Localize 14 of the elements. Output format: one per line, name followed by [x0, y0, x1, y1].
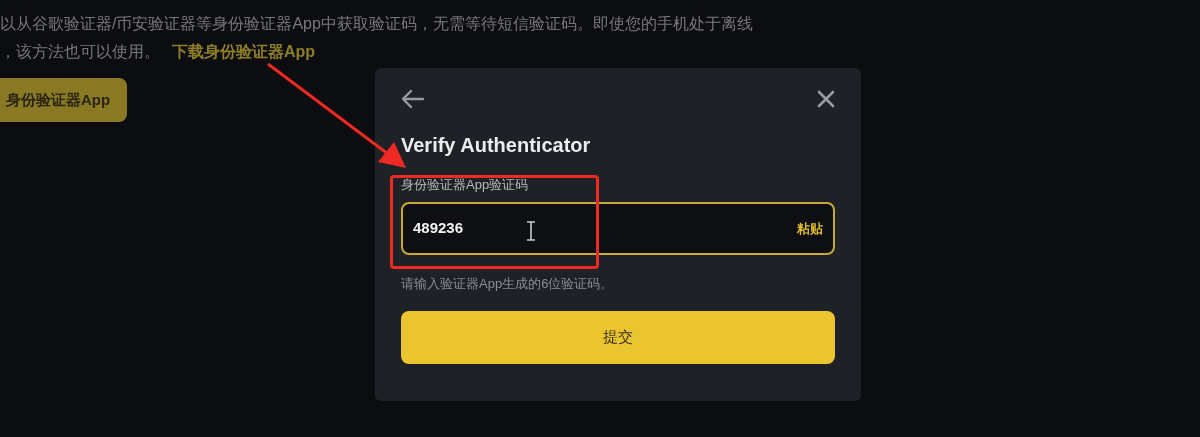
field-label: 身份验证器App验证码	[401, 176, 530, 194]
code-input[interactable]: 489236	[413, 217, 797, 240]
description-text: ，该方法也可以使用。	[0, 42, 160, 62]
back-arrow-icon[interactable]	[401, 89, 425, 109]
dialog-title: Verify Authenticator	[401, 133, 592, 158]
paste-button[interactable]: 粘贴	[797, 218, 823, 239]
bind-authenticator-button[interactable]: 身份验证器App	[0, 78, 127, 122]
download-link[interactable]: 下载身份验证器App	[172, 38, 316, 66]
submit-button[interactable]: 提交	[401, 311, 835, 364]
close-icon[interactable]	[817, 90, 835, 108]
text-cursor-icon	[526, 221, 536, 241]
hint-text: 请输入验证器App生成的6位验证码。	[401, 275, 615, 293]
description-text: 以从谷歌验证器/币安验证器等身份验证器App中获取验证码，无需等待短信验证码。即使您的手机处于离线	[0, 14, 754, 34]
code-input-field[interactable]: 489236 粘贴	[401, 202, 835, 255]
